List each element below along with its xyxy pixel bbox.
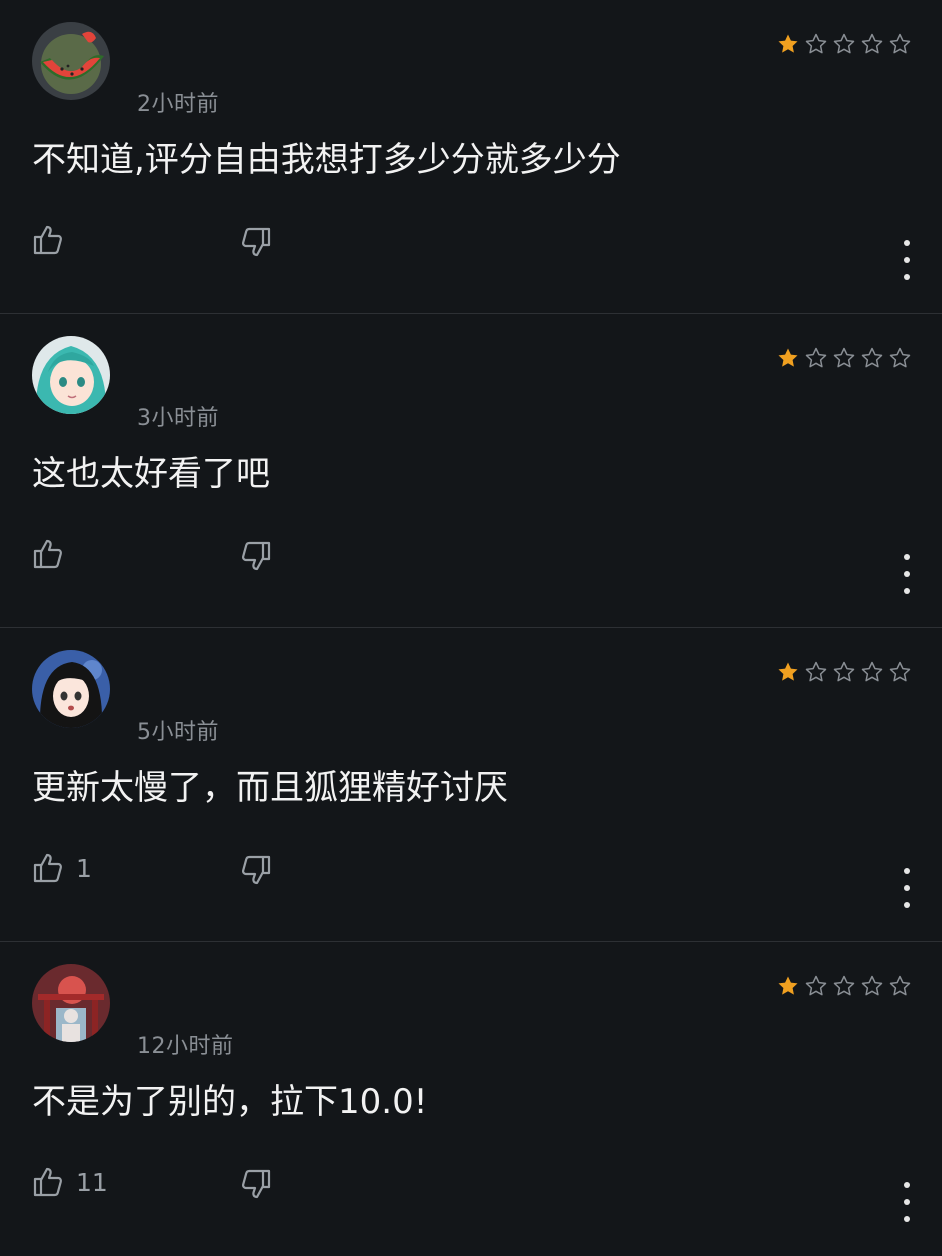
review-time: 12小时前 xyxy=(137,1034,234,1059)
review-time: 5小时前 xyxy=(137,720,219,745)
star-empty-icon xyxy=(889,975,911,996)
review-text: 不是为了别的，拉下10.0! xyxy=(32,1082,428,1122)
review-item: 2小时前 不知道,评分自由我想打多少分就多少分 xyxy=(0,0,942,314)
star-empty-icon xyxy=(889,347,911,368)
like-button[interactable]: 1 xyxy=(30,848,92,888)
star-filled-icon xyxy=(778,348,798,367)
review-time: 2小时前 xyxy=(137,92,219,117)
avatar-shrine-scene-image xyxy=(32,964,110,1042)
review-item: 5小时前 更新太慢了，而且狐狸精好讨厌 1 xyxy=(0,628,942,942)
star-rating xyxy=(776,32,912,56)
more-options-button[interactable] xyxy=(898,868,916,908)
star-empty-icon xyxy=(805,661,827,682)
review-item: 3小时前 这也太好看了吧 xyxy=(0,314,942,628)
thumbs-up-icon xyxy=(33,1167,63,1197)
review-time: 3小时前 xyxy=(137,406,219,431)
more-vertical-icon xyxy=(904,554,910,560)
dislike-button[interactable] xyxy=(238,222,274,262)
star-empty-icon xyxy=(889,33,911,54)
review-list: 2小时前 不知道,评分自由我想打多少分就多少分 3小时前 这也太好看了吧 5小时… xyxy=(0,0,942,1222)
star-empty-icon xyxy=(805,347,827,368)
thumbs-up-icon xyxy=(33,539,63,569)
star-rating xyxy=(776,346,912,370)
like-button[interactable] xyxy=(30,534,76,574)
like-button[interactable] xyxy=(30,220,76,260)
star-empty-icon xyxy=(833,33,855,54)
avatar[interactable] xyxy=(32,964,110,1042)
avatar-watermelon-image xyxy=(32,22,110,100)
dislike-button[interactable] xyxy=(238,536,274,576)
star-filled-icon xyxy=(778,34,798,53)
thumbs-down-icon xyxy=(241,227,271,257)
star-rating xyxy=(776,974,912,998)
thumbs-up-icon xyxy=(33,853,63,883)
thumbs-down-icon xyxy=(241,855,271,885)
avatar[interactable] xyxy=(32,336,110,414)
more-vertical-icon xyxy=(904,240,910,246)
more-vertical-icon xyxy=(904,868,910,874)
dislike-button[interactable] xyxy=(238,850,274,890)
review-item: 12小时前 不是为了别的，拉下10.0! 11 xyxy=(0,942,942,1256)
thumbs-down-icon xyxy=(241,1169,271,1199)
star-filled-icon xyxy=(778,662,798,681)
star-empty-icon xyxy=(861,661,883,682)
star-empty-icon xyxy=(833,347,855,368)
avatar-anime-dark-hair-image xyxy=(32,650,110,728)
review-text: 不知道,评分自由我想打多少分就多少分 xyxy=(32,140,621,180)
thumbs-up-icon xyxy=(33,225,63,255)
star-empty-icon xyxy=(861,975,883,996)
avatar[interactable] xyxy=(32,22,110,100)
star-empty-icon xyxy=(805,33,827,54)
avatar-anime-teal-hair-image xyxy=(32,336,110,414)
dislike-button[interactable] xyxy=(238,1164,274,1204)
like-count: 1 xyxy=(76,853,92,883)
star-empty-icon xyxy=(861,347,883,368)
star-empty-icon xyxy=(833,975,855,996)
avatar[interactable] xyxy=(32,650,110,728)
review-text: 更新太慢了，而且狐狸精好讨厌 xyxy=(32,768,508,808)
like-count: 11 xyxy=(76,1167,108,1197)
star-rating xyxy=(776,660,912,684)
more-options-button[interactable] xyxy=(898,240,916,280)
more-vertical-icon xyxy=(904,1182,910,1188)
star-empty-icon xyxy=(833,661,855,682)
star-empty-icon xyxy=(805,975,827,996)
more-options-button[interactable] xyxy=(898,554,916,594)
star-empty-icon xyxy=(889,661,911,682)
review-text: 这也太好看了吧 xyxy=(32,454,270,494)
star-empty-icon xyxy=(861,33,883,54)
star-filled-icon xyxy=(778,976,798,995)
more-options-button[interactable] xyxy=(898,1182,916,1222)
like-button[interactable]: 11 xyxy=(30,1162,108,1202)
thumbs-down-icon xyxy=(241,541,271,571)
